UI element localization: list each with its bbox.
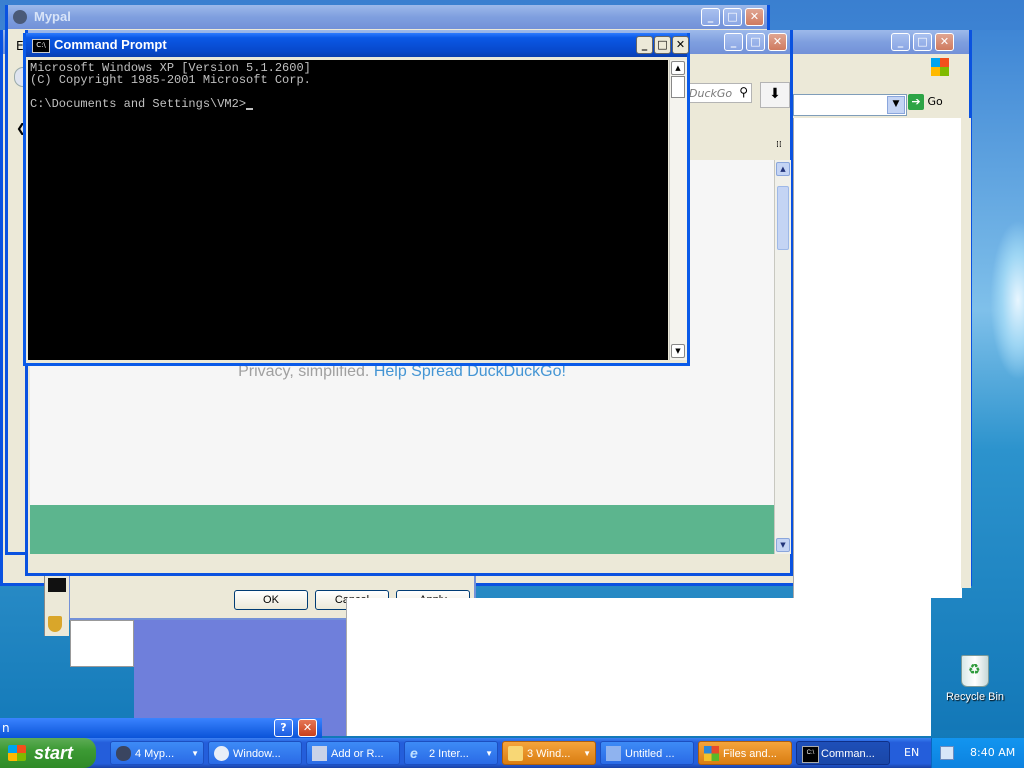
mypal-titlebar: Mypal xyxy=(8,5,767,29)
cmd-titlebar: Command Prompt xyxy=(26,33,687,57)
wave-decoration xyxy=(990,220,1024,380)
page-scrollbar[interactable]: ▲ ▼ xyxy=(774,160,791,554)
maximize-button[interactable]: □ xyxy=(723,8,742,26)
ie-icon: e xyxy=(410,745,418,761)
mypal-title: Mypal xyxy=(34,9,71,24)
ok-button[interactable]: OK xyxy=(234,590,308,610)
task-internet-explorer[interactable]: e 2 Inter... ▼ xyxy=(404,741,498,765)
language-indicator[interactable]: EN xyxy=(904,738,919,768)
task-mypal[interactable]: 4 Myp... ▼ xyxy=(110,741,204,765)
recycle-bin[interactable]: ♻ Recycle Bin xyxy=(940,655,1010,715)
task-add-remove[interactable]: Add or R... xyxy=(306,741,400,765)
help-window-titlebar: n ? ✕ xyxy=(0,718,322,738)
folder-icon xyxy=(508,746,523,761)
console-scrollbar[interactable]: ▲ ▼ xyxy=(669,60,687,360)
minimize-button[interactable]: _ xyxy=(701,8,720,26)
windows-logo-icon xyxy=(931,58,949,76)
explorer-content xyxy=(793,118,962,598)
minimize-button[interactable]: _ xyxy=(891,33,910,51)
maximize-button[interactable]: □ xyxy=(654,36,671,54)
dialog-left-strip xyxy=(44,576,69,636)
network-icon[interactable] xyxy=(940,746,954,760)
white-panel-left xyxy=(70,620,134,667)
black-swatch xyxy=(48,578,66,592)
task-windows-media[interactable]: Window... xyxy=(208,741,302,765)
media-icon xyxy=(214,746,229,761)
download-arrow-icon: ⬇ xyxy=(769,86,781,102)
search-icon[interactable]: ⚲ xyxy=(739,85,748,99)
toolbar-grip-icon: ⁞⁞ xyxy=(776,140,782,150)
windows-flag-icon xyxy=(8,745,26,761)
scroll-down-icon[interactable]: ▼ xyxy=(671,344,685,358)
console-output[interactable]: Microsoft Windows XP [Version 5.1.2600](… xyxy=(28,60,668,360)
mypal-icon xyxy=(13,10,27,24)
console-prompt: C:\Documents and Settings\VM2> xyxy=(30,98,668,110)
system-tray: 8:40 AM xyxy=(931,738,1024,768)
files-icon xyxy=(704,746,719,761)
task-paint[interactable]: Untitled ... xyxy=(600,741,694,765)
scroll-up-icon[interactable]: ▲ xyxy=(671,61,685,75)
go-arrow-icon: ➔ xyxy=(908,94,924,110)
add-remove-icon xyxy=(312,746,327,761)
minimize-button[interactable]: _ xyxy=(724,33,743,51)
close-button[interactable]: ✕ xyxy=(672,36,689,54)
close-button[interactable]: ✕ xyxy=(768,33,787,51)
explorer-scrollbar[interactable] xyxy=(961,118,971,588)
cmd-icon: C:\ xyxy=(802,746,819,763)
cmd-icon: C:\ xyxy=(32,39,50,53)
chevron-down-icon: ▼ xyxy=(583,749,591,758)
close-button[interactable]: ✕ xyxy=(745,8,764,26)
shield-icon xyxy=(48,616,62,632)
cmd-window: Command Prompt C:\ _ □ ✕ Microsoft Windo… xyxy=(23,33,690,366)
minimize-button[interactable]: _ xyxy=(636,36,653,54)
start-button[interactable]: start xyxy=(0,738,96,768)
task-windows-explorer[interactable]: 3 Wind... ▼ xyxy=(502,741,596,765)
go-button[interactable]: ➔ Go xyxy=(908,94,948,114)
address-dropdown-icon[interactable]: ▼ xyxy=(887,96,905,114)
white-panel-right xyxy=(346,598,931,736)
download-button[interactable]: ⬇ xyxy=(760,82,790,108)
scroll-up-icon[interactable]: ▲ xyxy=(776,162,790,176)
mypal-icon xyxy=(116,746,131,761)
close-button[interactable]: ✕ xyxy=(935,33,954,51)
ddg-green-banner xyxy=(30,505,774,554)
paint-icon xyxy=(606,746,621,761)
help-button[interactable]: ? xyxy=(274,719,293,737)
text-cursor xyxy=(246,108,254,110)
taskbar: start 4 Myp... ▼ Window... Add or R... e… xyxy=(0,738,1024,768)
console-line-2: (C) Copyright 1985-2001 Microsoft Corp. xyxy=(30,73,311,87)
maximize-button[interactable]: □ xyxy=(746,33,765,51)
cmd-title: Command Prompt xyxy=(54,37,167,52)
chevron-down-icon: ▼ xyxy=(485,749,493,758)
recycle-bin-icon: ♻ xyxy=(961,655,989,687)
chevron-down-icon: ▼ xyxy=(191,749,199,758)
clock[interactable]: 8:40 AM xyxy=(970,738,1015,768)
close-button[interactable]: ✕ xyxy=(298,719,317,737)
scroll-down-icon[interactable]: ▼ xyxy=(776,538,790,552)
task-command-prompt[interactable]: C:\ Comman... xyxy=(796,741,890,765)
task-files-settings[interactable]: Files and... xyxy=(698,741,792,765)
scroll-thumb[interactable] xyxy=(777,186,789,250)
maximize-button[interactable]: □ xyxy=(913,33,932,51)
scroll-thumb[interactable] xyxy=(671,76,685,98)
